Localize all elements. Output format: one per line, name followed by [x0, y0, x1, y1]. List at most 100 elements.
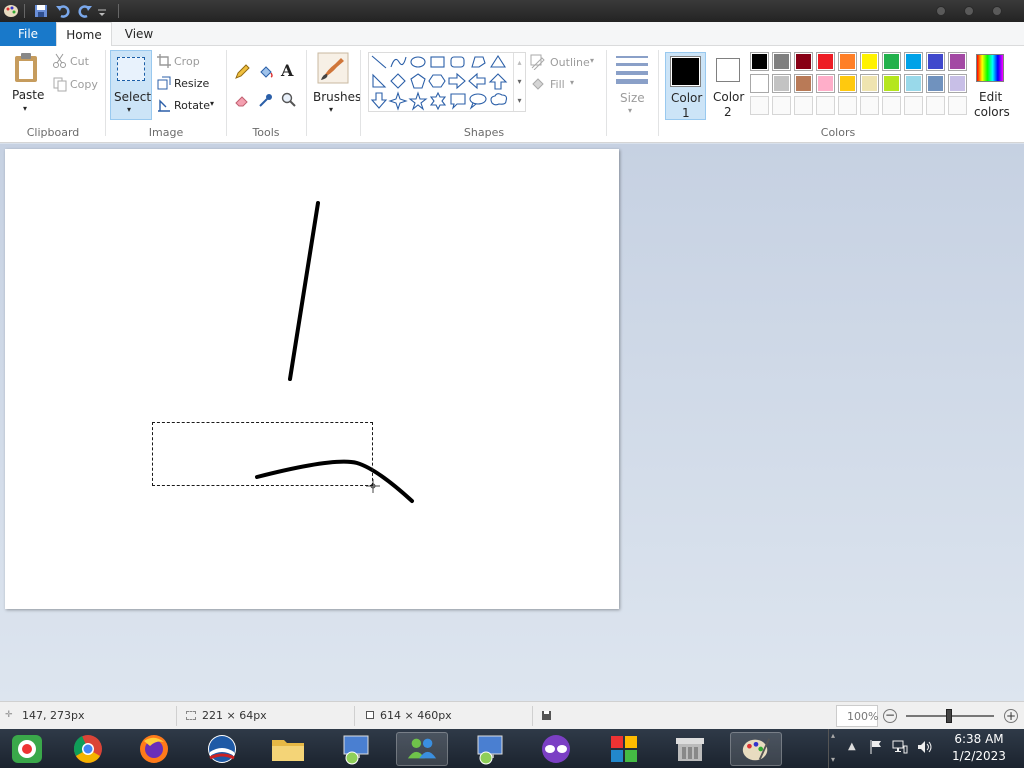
custom-color-slot[interactable] — [794, 96, 813, 115]
gallery-scroll-down[interactable]: ▾ — [513, 72, 525, 91]
zoom-level-box: 100% — [836, 705, 878, 727]
fill-bucket-icon[interactable] — [258, 64, 274, 80]
custom-color-slot[interactable] — [750, 96, 769, 115]
rotate-button[interactable]: Rotate ▾ — [156, 97, 220, 115]
custom-color-slot[interactable] — [904, 96, 923, 115]
pencil-icon[interactable] — [234, 64, 250, 80]
resize-button[interactable]: Resize — [156, 75, 218, 93]
color1-label: Color — [671, 91, 703, 105]
palette-swatch[interactable] — [772, 52, 791, 71]
zoom-out-button[interactable]: − — [883, 709, 897, 723]
copy-button[interactable]: Copy — [52, 76, 102, 94]
chevron-down-icon: ▾ — [628, 106, 633, 115]
zoom-slider-thumb[interactable] — [946, 709, 952, 723]
color1-button[interactable]: Color 1 — [665, 52, 706, 120]
palette-swatch[interactable] — [816, 52, 835, 71]
volume-icon[interactable] — [916, 739, 934, 755]
zoom-slider[interactable] — [906, 709, 994, 723]
clock[interactable]: 6:38 AM 1/2/2023 — [944, 729, 1014, 768]
tab-home[interactable]: Home — [56, 22, 112, 47]
custom-color-slot[interactable] — [816, 96, 835, 115]
custom-color-slot[interactable] — [948, 96, 967, 115]
office-grid-icon[interactable] — [598, 732, 650, 766]
brush-icon — [317, 52, 349, 84]
fill-button[interactable]: Fill ▾ — [530, 76, 590, 94]
magnifier-icon[interactable] — [281, 92, 297, 108]
maximize-button[interactable] — [964, 6, 974, 16]
palette-swatch[interactable] — [926, 74, 945, 93]
palette-swatch[interactable] — [838, 74, 857, 93]
palette-swatch[interactable] — [904, 74, 923, 93]
zoom-in-button[interactable]: + — [1004, 709, 1018, 723]
custom-color-slot[interactable] — [860, 96, 879, 115]
edit-colors-button[interactable]: Edit colors — [970, 52, 1010, 120]
network-icon[interactable] — [892, 739, 908, 755]
action-center-flag-icon[interactable] — [868, 739, 884, 755]
color-picker-icon[interactable] — [258, 92, 274, 108]
close-button[interactable] — [992, 6, 1002, 16]
redo-icon[interactable] — [76, 2, 94, 20]
gallery-expand[interactable]: ▾ — [513, 91, 525, 111]
color-palette — [750, 52, 970, 116]
obama-logo-icon[interactable] — [196, 732, 248, 766]
eraser-icon[interactable] — [234, 92, 250, 108]
custom-color-slot[interactable] — [772, 96, 791, 115]
show-hidden-icons[interactable]: ▲ — [848, 741, 856, 752]
color2-label: Color — [713, 90, 745, 104]
outline-button[interactable]: Outline ▾ — [530, 54, 604, 72]
palette-swatch[interactable] — [772, 74, 791, 93]
minimize-button[interactable] — [936, 6, 946, 16]
palette-swatch[interactable] — [860, 74, 879, 93]
drawing-canvas[interactable] — [5, 149, 619, 609]
palette-swatch[interactable] — [882, 74, 901, 93]
size-button[interactable]: Size ▾ — [612, 52, 652, 120]
palette-swatch[interactable] — [816, 74, 835, 93]
palette-swatch[interactable] — [750, 74, 769, 93]
remote-desktop-icon[interactable] — [330, 732, 382, 766]
palette-swatch[interactable] — [882, 52, 901, 71]
windows-live-messenger-icon[interactable] — [396, 732, 448, 766]
custom-color-slot[interactable] — [882, 96, 901, 115]
custom-color-slot[interactable] — [926, 96, 945, 115]
clipboard-icon — [15, 53, 37, 82]
firefox-icon[interactable] — [128, 732, 180, 766]
selection-rectangle[interactable] — [152, 422, 373, 486]
brushes-button[interactable]: Brushes ▾ — [310, 50, 361, 120]
start-button-icon[interactable] — [2, 732, 54, 766]
palette-swatch[interactable] — [750, 52, 769, 71]
paint-app-icon[interactable] — [2, 2, 20, 20]
network-computer-icon[interactable] — [464, 732, 516, 766]
select-button[interactable]: Select ▾ — [110, 50, 152, 120]
save-icon[interactable] — [32, 2, 50, 20]
clock-time: 6:38 AM — [954, 732, 1004, 746]
custom-color-slot[interactable] — [838, 96, 857, 115]
archive-box-icon[interactable] — [664, 732, 716, 766]
divider — [532, 706, 533, 726]
taskbar-scroll[interactable]: ▴ ▾ — [828, 729, 840, 768]
crop-button[interactable]: Crop — [156, 53, 216, 71]
palette-swatch[interactable] — [794, 52, 813, 71]
color2-button[interactable]: Color 2 — [709, 52, 747, 120]
paint-taskbar-icon[interactable] — [730, 732, 782, 766]
palette-swatch[interactable] — [948, 52, 967, 71]
customize-qat-icon[interactable] — [96, 2, 108, 20]
cut-button[interactable]: Cut — [52, 53, 102, 71]
tab-view[interactable]: View — [114, 22, 164, 46]
undo-icon[interactable] — [54, 2, 72, 20]
ribbon-tabs: File Home View — [0, 22, 1024, 47]
text-tool-icon[interactable]: A — [281, 61, 293, 80]
chrome-icon[interactable] — [62, 732, 114, 766]
tab-file[interactable]: File — [0, 22, 56, 46]
palette-swatch[interactable] — [904, 52, 923, 71]
shapes-grid — [370, 54, 508, 111]
paste-button[interactable]: Paste ▾ — [6, 50, 46, 120]
palette-swatch[interactable] — [838, 52, 857, 71]
purple-mask-app-icon[interactable] — [530, 732, 582, 766]
palette-swatch[interactable] — [794, 74, 813, 93]
divider — [306, 50, 307, 136]
palette-swatch[interactable] — [926, 52, 945, 71]
gallery-scroll-up[interactable]: ▴ — [513, 53, 525, 72]
file-explorer-icon[interactable] — [262, 732, 314, 766]
palette-swatch[interactable] — [948, 74, 967, 93]
palette-swatch[interactable] — [860, 52, 879, 71]
